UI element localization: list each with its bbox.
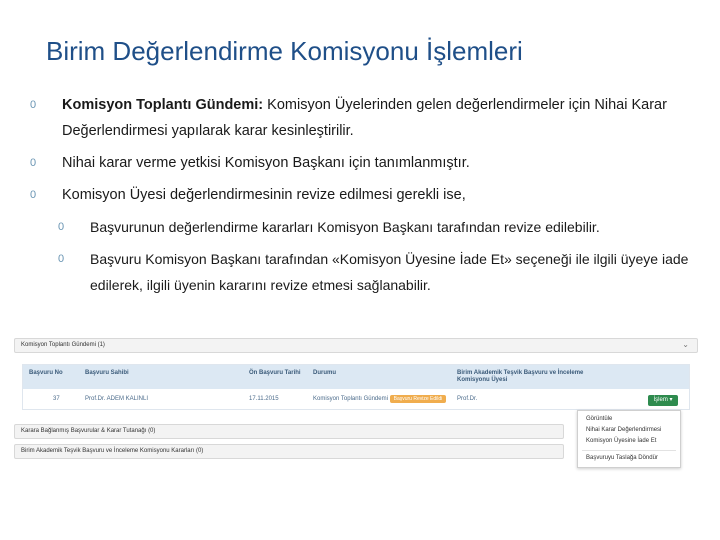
table-cell: 37 bbox=[53, 396, 60, 402]
chevron-down-icon[interactable]: ⌄ bbox=[682, 340, 689, 349]
table-cell: Prof.Dr. ADEM KALINLI bbox=[85, 396, 149, 402]
column-header: Ön Başvuru Tarihi bbox=[249, 370, 301, 376]
status-text: Komisyon Toplantı Gündemi bbox=[313, 396, 388, 402]
menu-item-return-to-member[interactable]: Komisyon Üyesine İade Et bbox=[586, 438, 656, 444]
embedded-screenshot: Komisyon Toplantı Gündemi (1) ⌄ Başvuru … bbox=[14, 338, 698, 468]
agenda-table: Başvuru No Başvuru Sahibi Ön Başvuru Tar… bbox=[22, 364, 690, 410]
bullet-marker: 0 bbox=[30, 157, 37, 169]
bullet-marker: 0 bbox=[58, 221, 65, 233]
sub-bullet-item: 0 Başvurunun değerlendirme kararları Kom… bbox=[30, 214, 690, 240]
bullet-bold-label: Komisyon Toplantı Gündemi: bbox=[62, 97, 264, 113]
table-cell: Komisyon Toplantı Gündemi Başvuru Revize… bbox=[313, 395, 447, 403]
column-header: Başvuru Sahibi bbox=[85, 370, 129, 376]
bullet-text: Başvurunun değerlendirme kararları Komis… bbox=[90, 219, 600, 235]
panel-title: Karara Bağlanmış Başvurular & Karar Tuta… bbox=[21, 428, 156, 434]
table-header: Başvuru No Başvuru Sahibi Ön Başvuru Tar… bbox=[23, 365, 689, 389]
table-cell: 17.11.2015 bbox=[249, 396, 279, 402]
panel-header-agenda[interactable]: Komisyon Toplantı Gündemi (1) ⌄ bbox=[14, 338, 698, 353]
panel-title: Birim Akademik Teşvik Başvuru ve İncelem… bbox=[21, 448, 204, 454]
panel-title: Komisyon Toplantı Gündemi (1) bbox=[21, 342, 105, 348]
panel-header-decided[interactable]: Karara Bağlanmış Başvurular & Karar Tuta… bbox=[14, 424, 564, 439]
menu-item-revert-to-draft[interactable]: Başvuruyu Taslağa Döndür bbox=[586, 455, 658, 461]
bullet-text: Başvuru Komisyon Başkanı tarafından «Kom… bbox=[90, 251, 689, 293]
column-header: Başvuru No bbox=[29, 370, 63, 376]
menu-divider bbox=[582, 450, 676, 451]
bullet-marker: 0 bbox=[30, 189, 37, 201]
sub-bullet-item: 0 Başvuru Komisyon Başkanı tarafından «K… bbox=[30, 246, 690, 298]
column-header: Birim Akademik Teşvik Başvuru ve İncelem… bbox=[457, 370, 584, 383]
bullet-item: 0 Komisyon Toplantı Gündemi: Komisyon Üy… bbox=[30, 92, 690, 144]
column-header: Durumu bbox=[313, 370, 336, 376]
action-dropdown-button[interactable]: İşlem ▾ bbox=[648, 395, 678, 406]
bullet-list: 0 Komisyon Toplantı Gündemi: Komisyon Üy… bbox=[30, 92, 690, 304]
action-menu: Görüntüle Nihai Karar Değerlendirmesi Ko… bbox=[577, 410, 681, 468]
bullet-text: Nihai karar verme yetkisi Komisyon Başka… bbox=[62, 155, 470, 171]
menu-item-view[interactable]: Görüntüle bbox=[586, 416, 612, 422]
panel-header-decisions[interactable]: Birim Akademik Teşvik Başvuru ve İncelem… bbox=[14, 444, 564, 459]
bullet-marker: 0 bbox=[30, 99, 37, 111]
bullet-item: 0 Komisyon Üyesi değerlendirmesinin revi… bbox=[30, 182, 690, 208]
bullet-item: 0 Nihai karar verme yetkisi Komisyon Baş… bbox=[30, 150, 690, 176]
menu-item-final-decision[interactable]: Nihai Karar Değerlendirmesi bbox=[586, 427, 661, 433]
slide-title: Birim Değerlendirme Komisyonu İşlemleri bbox=[46, 36, 523, 66]
bullet-text: Komisyon Üyesi değerlendirmesinin revize… bbox=[62, 187, 466, 203]
bullet-marker: 0 bbox=[58, 253, 65, 265]
table-cell: Prof.Dr. bbox=[457, 396, 478, 402]
status-badge: Başvuru Revize Edildi bbox=[389, 395, 447, 403]
